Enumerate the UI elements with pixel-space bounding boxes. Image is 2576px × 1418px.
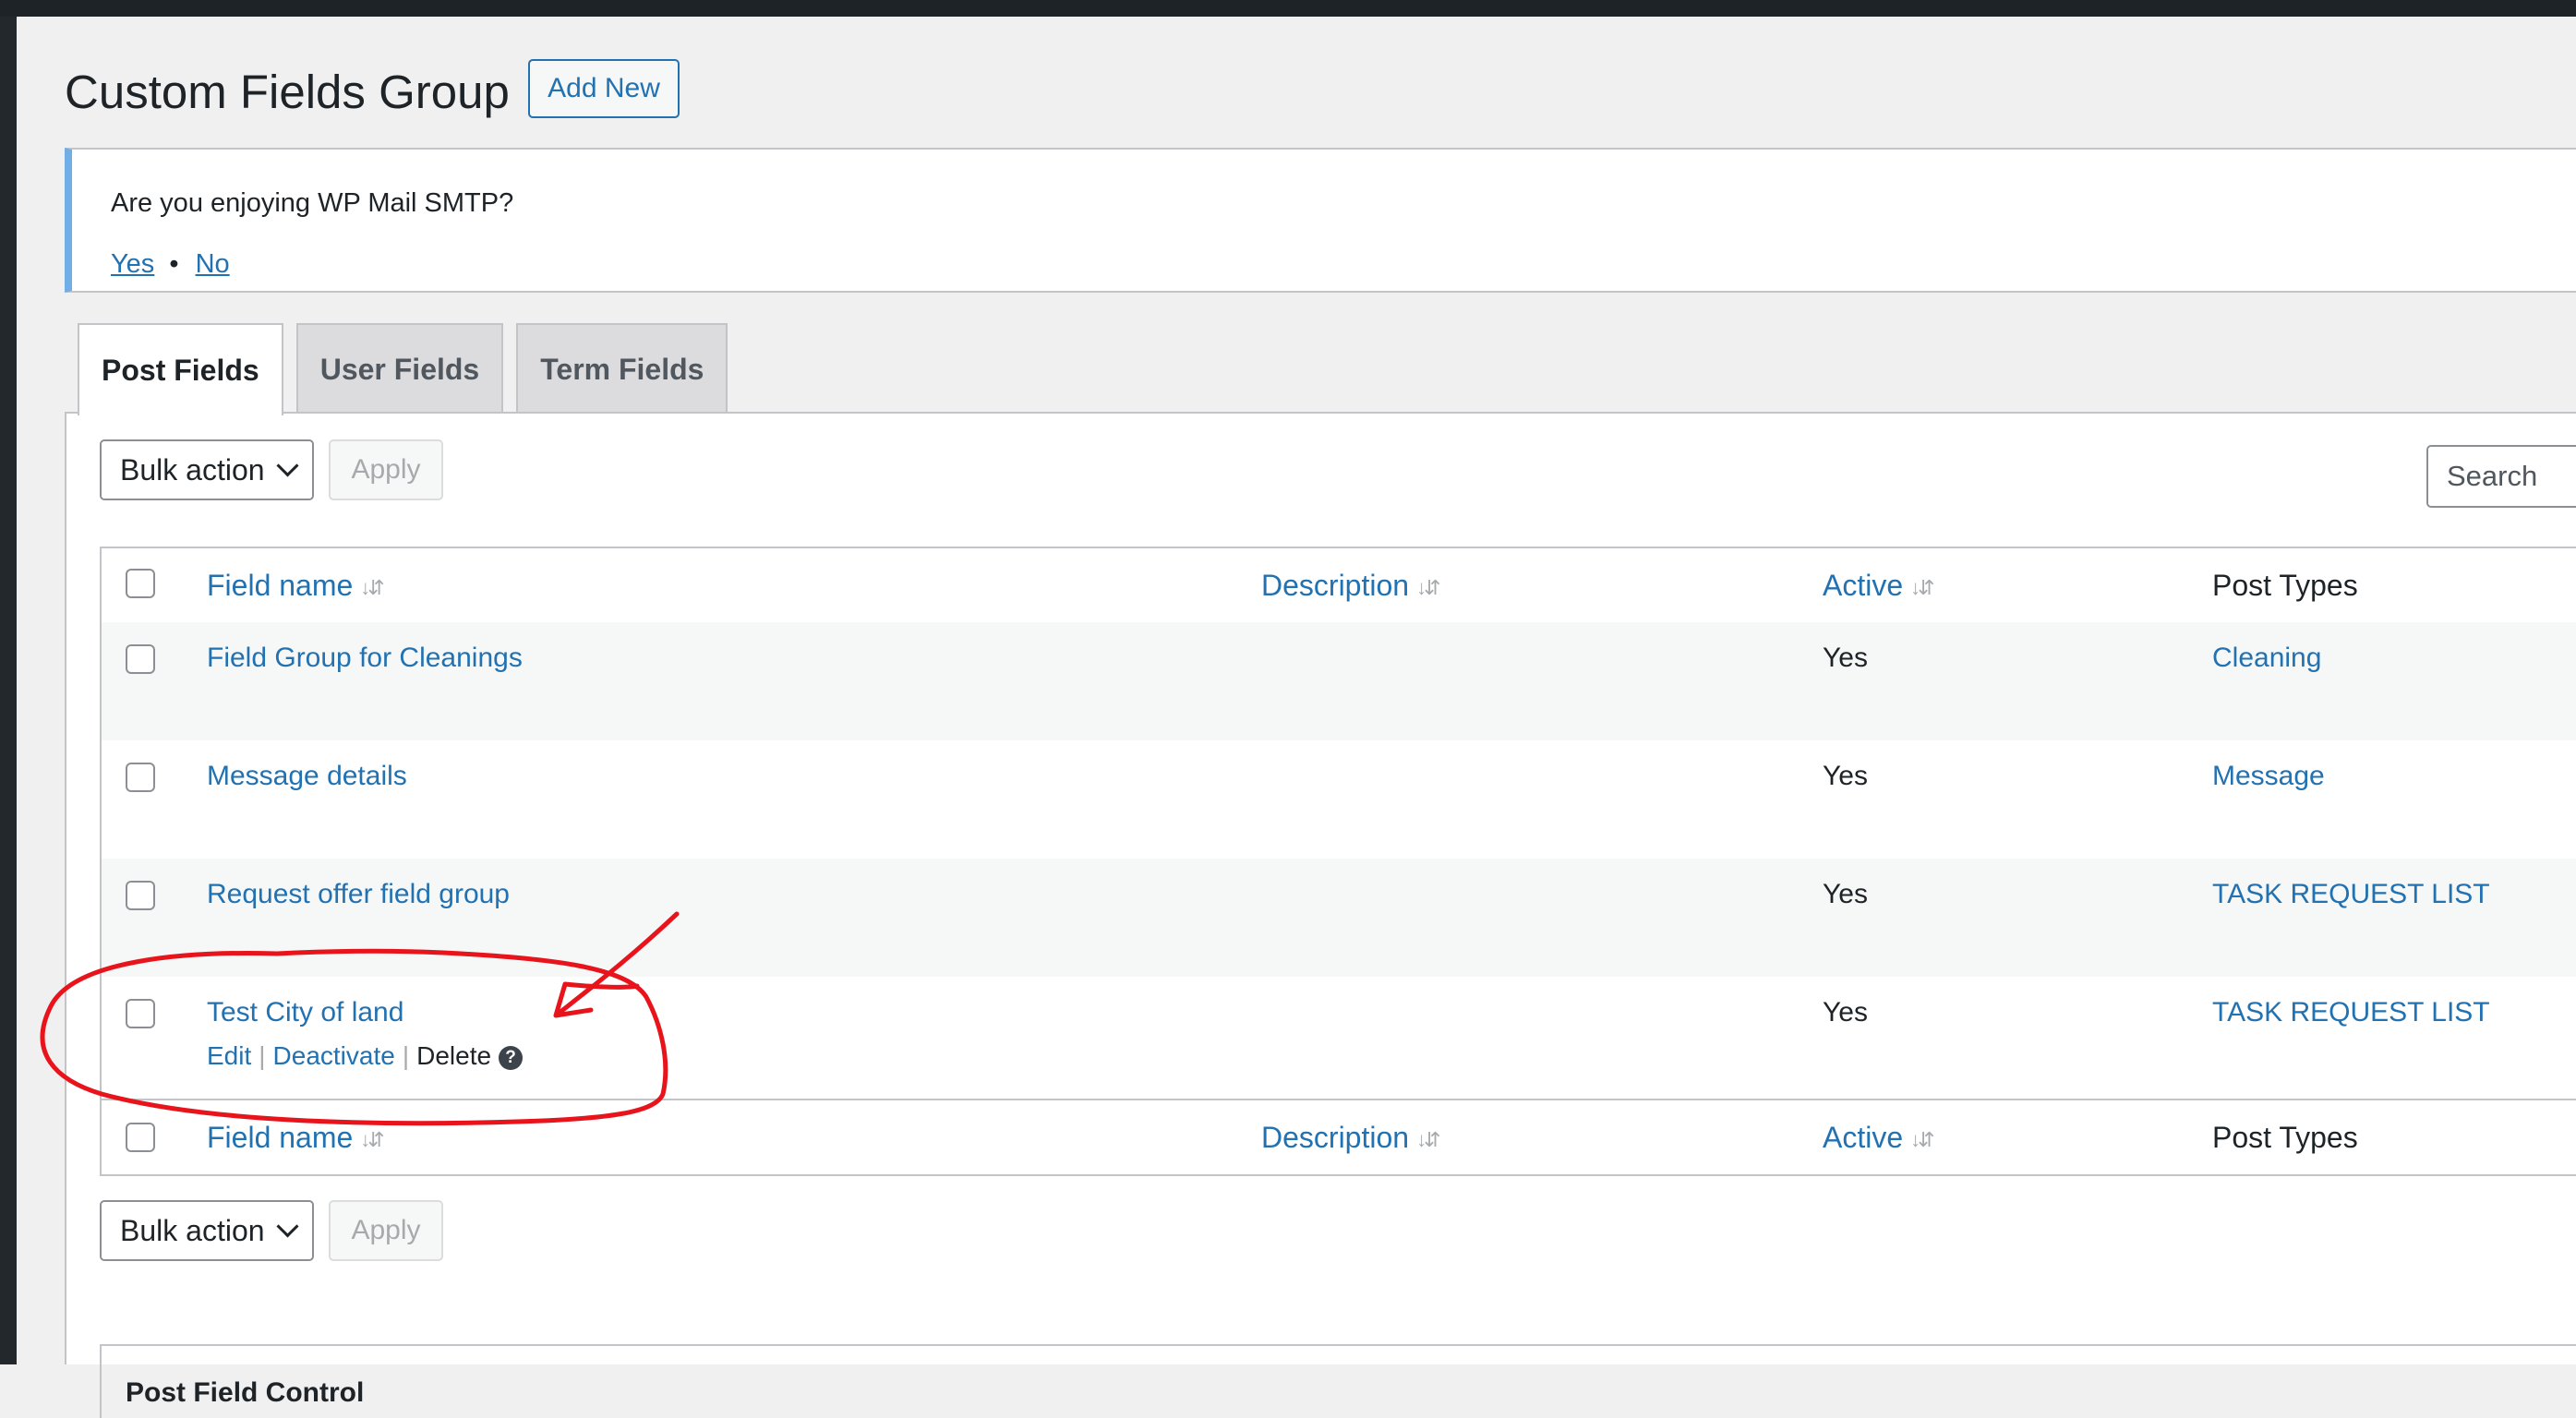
apply-button-bottom[interactable]: Apply	[329, 1200, 443, 1261]
field-name-link[interactable]: Message details	[207, 761, 407, 792]
notice-yes-link[interactable]: Yes	[111, 249, 154, 279]
chevron-down-icon	[276, 1215, 299, 1238]
column-active-label: Active	[1823, 1121, 1904, 1154]
field-name-link[interactable]: Test City of land	[207, 997, 403, 1028]
column-field-name[interactable]: Field name ↓⇵	[207, 569, 385, 603]
post-field-control-title: Post Field Control	[126, 1377, 365, 1408]
sort-icon: ↓⇵	[360, 575, 384, 599]
field-type-tabs: Post Fields User Fields Term Fields	[78, 323, 740, 415]
main-content: Custom Fields Group Add New Are you enjo…	[17, 17, 2576, 1418]
select-all-checkbox[interactable]	[126, 569, 155, 598]
table-row: Test City of land Yes TASK REQUEST LIST …	[102, 977, 2576, 1099]
table-header: Field name ↓⇵ Description ↓⇵ Active ↓⇵ Post…	[102, 548, 2576, 624]
column-post-types: Post Types	[2212, 569, 2358, 602]
search-input[interactable]: Search	[2426, 445, 2576, 508]
page-title: Custom Fields Group	[65, 66, 510, 118]
post-type-link[interactable]: TASK REQUEST LIST	[2212, 997, 2490, 1028]
column-post-types-footer: Post Types	[2212, 1121, 2358, 1154]
bulk-action-label: Bulk action	[120, 452, 265, 487]
admin-top-bar	[0, 0, 2576, 17]
table-row: Field Group for Cleanings Yes Cleaning	[102, 622, 2576, 740]
row-checkbox[interactable]	[126, 881, 155, 910]
field-active: Yes	[1823, 761, 1868, 791]
row-actions: Edit | Deactivate | Delete?	[207, 1041, 524, 1071]
column-description-label: Description	[1261, 569, 1410, 602]
tab-post-fields[interactable]: Post Fields	[78, 323, 283, 415]
table-row: Message details Yes Message	[102, 740, 2576, 859]
row-checkbox[interactable]	[126, 644, 155, 674]
column-active-label: Active	[1823, 569, 1904, 602]
table-footer: Field name ↓⇵ Description ↓⇵ Active ↓⇵ Post…	[102, 1099, 2576, 1178]
action-separator: |	[259, 1041, 266, 1070]
post-type-link[interactable]: TASK REQUEST LIST	[2212, 879, 2490, 910]
delete-link[interactable]: Delete	[416, 1041, 491, 1070]
row-checkbox[interactable]	[126, 999, 155, 1028]
admin-sidebar-edge	[0, 17, 17, 1364]
notice-no-link[interactable]: No	[196, 249, 230, 279]
help-icon[interactable]: ?	[499, 1045, 524, 1070]
tab-user-fields[interactable]: User Fields	[295, 323, 504, 414]
chevron-down-icon	[276, 454, 299, 477]
notice-box: Are you enjoying WP Mail SMTP? Yes • No	[65, 148, 2576, 293]
post-field-control-box: Post Field Control	[100, 1344, 2576, 1418]
notice-links: Yes • No	[111, 249, 230, 280]
notice-separator: •	[169, 249, 179, 279]
column-active[interactable]: Active ↓⇵	[1823, 569, 1935, 603]
notice-question: Are you enjoying WP Mail SMTP?	[111, 188, 514, 218]
bulk-action-select-top[interactable]: Bulk action	[100, 439, 314, 500]
column-field-name-label: Field name	[207, 1121, 354, 1154]
sort-icon: ↓⇵	[1416, 1127, 1440, 1151]
sort-icon: ↓⇵	[1910, 1127, 1934, 1151]
post-type-link[interactable]: Message	[2212, 761, 2325, 792]
sort-icon: ↓⇵	[1910, 575, 1934, 599]
apply-button-top[interactable]: Apply	[329, 439, 443, 500]
field-active: Yes	[1823, 997, 1868, 1027]
field-active: Yes	[1823, 879, 1868, 909]
field-name-link[interactable]: Request offer field group	[207, 879, 510, 910]
column-description-footer[interactable]: Description ↓⇵	[1261, 1121, 1441, 1155]
bulk-action-select-bottom[interactable]: Bulk action	[100, 1200, 314, 1261]
add-new-button[interactable]: Add New	[528, 59, 680, 118]
post-type-link[interactable]: Cleaning	[2212, 643, 2321, 674]
select-all-checkbox-footer[interactable]	[126, 1123, 155, 1152]
table-row: Request offer field group Yes TASK REQUE…	[102, 859, 2576, 977]
column-active-footer[interactable]: Active ↓⇵	[1823, 1121, 1935, 1155]
tab-term-fields[interactable]: Term Fields	[516, 323, 728, 414]
bulk-action-label: Bulk action	[120, 1213, 265, 1247]
fields-table: Field name ↓⇵ Description ↓⇵ Active ↓⇵ Post…	[100, 547, 2576, 1176]
column-field-name-label: Field name	[207, 569, 354, 602]
row-checkbox[interactable]	[126, 763, 155, 792]
field-active: Yes	[1823, 643, 1868, 673]
field-name-link[interactable]: Field Group for Cleanings	[207, 643, 523, 674]
sort-icon: ↓⇵	[360, 1127, 384, 1151]
column-field-name-footer[interactable]: Field name ↓⇵	[207, 1121, 385, 1155]
column-description[interactable]: Description ↓⇵	[1261, 569, 1441, 603]
deactivate-link[interactable]: Deactivate	[273, 1041, 395, 1070]
edit-link[interactable]: Edit	[207, 1041, 251, 1070]
tab-panel: Bulk action Apply Search Field name ↓⇵ De…	[65, 412, 2576, 1418]
column-description-label: Description	[1261, 1121, 1410, 1154]
sort-icon: ↓⇵	[1416, 575, 1440, 599]
action-separator: |	[402, 1041, 410, 1070]
